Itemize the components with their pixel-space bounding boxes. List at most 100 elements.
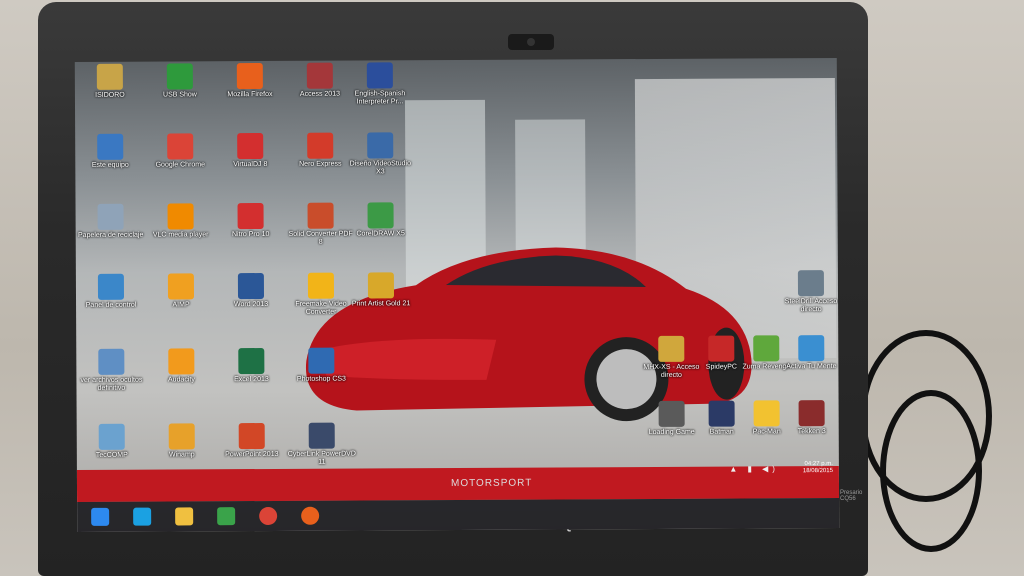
word-icon <box>237 273 265 300</box>
desktop-shortcut[interactable]: Winamp <box>147 423 217 459</box>
aimp-icon <box>167 273 195 300</box>
desktop-shortcut-label: Este equipo <box>91 161 129 169</box>
desktop-shortcut-label: Panel de control <box>85 301 137 309</box>
desktop-shortcut[interactable]: SteelDrill Acceso directo <box>776 270 839 314</box>
firefox-icon <box>301 506 320 525</box>
desktop-shortcut[interactable]: Nitro Pro 10 <box>216 203 286 239</box>
store-icon <box>217 507 236 526</box>
desktop-shortcut[interactable]: Panel de control <box>76 273 146 310</box>
steeldrill-icon <box>797 270 825 297</box>
desktop-shortcut[interactable]: Excel 2013 <box>216 348 286 384</box>
desktop-shortcut-label: AIMP <box>172 301 190 309</box>
powerpoint-icon <box>238 423 265 450</box>
desktop-shortcut-label: ver archivos ocultos definitivo <box>80 376 143 392</box>
control-panel-icon <box>97 273 125 300</box>
desktop-shortcut[interactable]: Print Artist Gold 21 <box>346 272 416 308</box>
videostudio-icon <box>367 132 394 159</box>
interpreter-icon <box>366 62 393 89</box>
desktop-shortcut-label: English-Spanish Interpreter Pr... <box>354 90 406 106</box>
laptop-model: Presario CQ56 <box>840 490 863 502</box>
taskbar-button[interactable] <box>255 504 281 528</box>
recycle-bin-icon <box>97 203 124 230</box>
desktop-shortcut-label: TecCOMP <box>95 451 128 459</box>
desktop-shortcut-label: Photoshop CS3 <box>296 375 346 383</box>
desktop-shortcut[interactable]: CyberLink PowerDVD 11 <box>287 422 357 467</box>
excel-icon <box>238 348 265 375</box>
wallpaper-brand: MOTORSPORT <box>450 477 533 490</box>
taskbar-button[interactable] <box>213 504 239 528</box>
freemake-icon <box>307 272 335 299</box>
file-explorer-icon <box>175 507 194 526</box>
system-tray-icons[interactable]: ▲ ▮ ◀) <box>729 464 779 473</box>
desktop-shortcut[interactable]: Activa Tu Mente <box>776 335 839 371</box>
desktop-shortcut-label: Nitro Pro 10 <box>231 230 270 239</box>
desktop-shortcut-label: CyberLink PowerDVD 11 <box>287 450 356 466</box>
desktop-shortcut[interactable]: ISIDORO <box>75 63 145 100</box>
desktop-shortcut-label: CorelDRAW X5 <box>356 230 405 238</box>
desktop-shortcut[interactable]: Photoshop CS3 <box>286 347 356 384</box>
hidden-files-icon <box>98 348 125 375</box>
solid-converter-icon <box>307 202 334 229</box>
desktop-shortcut[interactable]: Mozilla Firefox <box>215 63 285 99</box>
game-icon <box>658 400 685 427</box>
usb-show-icon <box>166 63 193 90</box>
desktop-shortcut-label: Diseño VideoStudio X3 <box>349 160 412 176</box>
desktop-shortcut[interactable]: AIMP <box>146 273 216 309</box>
desktop-shortcut[interactable]: Este equipo <box>75 133 145 170</box>
taskbar-button[interactable] <box>297 504 323 528</box>
desktop-shortcut-label: USB Show <box>162 91 197 99</box>
activa-icon <box>798 335 825 362</box>
mhx-icon <box>658 335 685 362</box>
desktop-shortcut[interactable]: Word 2013 <box>216 273 286 309</box>
desktop-shortcut-label: Word 2013 <box>233 300 269 309</box>
access-icon <box>306 62 333 89</box>
desktop-shortcut[interactable]: Google Chrome <box>145 133 215 169</box>
taskbar <box>77 498 840 532</box>
windows-start-icon <box>91 507 110 526</box>
desktop-shortcut-label: Mozilla Firefox <box>227 90 273 99</box>
tray-date: 18/08/2015 <box>802 468 833 475</box>
desktop-shortcut[interactable]: TecCOMP <box>77 423 147 460</box>
chrome-icon <box>259 506 278 526</box>
desktop-shortcut[interactable]: USB Show <box>145 63 215 99</box>
powerdvd-icon <box>308 422 335 449</box>
tray-clock[interactable]: 04:27 p.m. 18/08/2015 <box>803 461 833 475</box>
desktop-shortcut-label: Audacity <box>167 376 195 384</box>
desktop-shortcut[interactable]: VLC media player <box>146 203 216 239</box>
desktop-shortcut[interactable]: ver archivos ocultos definitivo <box>76 348 146 393</box>
desktop-shortcut[interactable]: CorelDRAW X5 <box>346 202 416 238</box>
desktop-screen: ISIDORO USB Show Mozilla Firefox Access 201… <box>74 58 840 532</box>
nero-icon <box>307 132 334 159</box>
desktop-shortcut-label: Papelera de reciclaje <box>77 231 144 239</box>
virtualdj-icon <box>237 133 264 160</box>
desktop-shortcut[interactable]: Tekken 3 <box>777 400 840 436</box>
webcam <box>508 34 554 50</box>
desktop-shortcut[interactable]: PowerPoint 2013 <box>217 423 287 459</box>
desktop-shortcut-label: VLC media player <box>152 231 209 239</box>
desktop-shortcut-label: Activa Tu Mente <box>786 363 837 371</box>
teccomp-icon <box>98 423 125 450</box>
tekken-icon <box>798 400 825 427</box>
audacity-icon <box>168 348 195 375</box>
desktop-shortcut-label: Excel 2013 <box>234 375 269 384</box>
desktop-shortcut-label: Print Artist Gold 21 <box>351 300 411 308</box>
taskbar-button[interactable] <box>171 504 197 528</box>
photoshop-icon <box>308 347 335 374</box>
coreldraw-icon <box>367 202 394 229</box>
desktop-shortcut-label: Tekken 3 <box>797 428 826 436</box>
desktop-shortcut[interactable]: English-Spanish Interpreter Pr... <box>345 62 415 106</box>
desktop-shortcut[interactable]: Diseño VideoStudio X3 <box>345 132 415 176</box>
desktop-shortcut[interactable]: Audacity <box>146 348 216 384</box>
vlc-icon <box>167 203 194 230</box>
desktop-shortcut[interactable]: Papelera de reciclaje <box>76 203 146 240</box>
folder-icon <box>96 63 123 90</box>
desktop-shortcut-label: SteelDrill Acceso directo <box>784 298 838 314</box>
desktop-shortcut-label: Google Chrome <box>155 161 206 169</box>
chrome-icon <box>167 133 194 160</box>
desktop-shortcut[interactable]: VirtualDJ 8 <box>215 133 285 169</box>
taskbar-button[interactable] <box>87 505 113 529</box>
desktop-shortcut-label: VirtualDJ 8 <box>233 160 268 169</box>
taskbar-button[interactable] <box>129 505 155 529</box>
desktop-shortcut-label: ISIDORO <box>95 91 125 99</box>
computer-icon <box>97 133 124 160</box>
